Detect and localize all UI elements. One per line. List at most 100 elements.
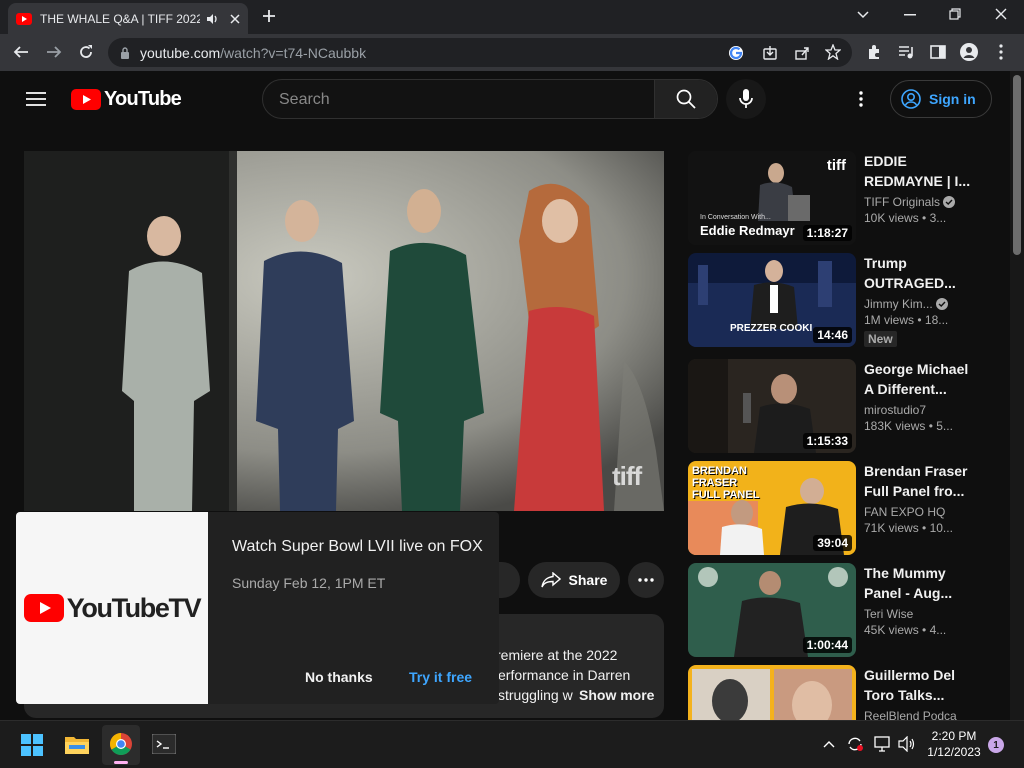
video-title-line-2[interactable]: Toro Talks...	[864, 685, 974, 705]
video-frame	[24, 151, 664, 511]
share-icon	[540, 572, 561, 588]
media-controls-icon[interactable]	[898, 44, 914, 60]
more-actions-button[interactable]	[628, 562, 664, 598]
show-more-link[interactable]: Show more	[579, 687, 654, 703]
minimize-icon[interactable]	[904, 14, 916, 16]
recommendation-card[interactable]: Guillermo Del Toro Talks... ReelBlend Po…	[688, 665, 978, 720]
video-title-line-2[interactable]: Full Panel fro...	[864, 481, 974, 501]
video-title-line-1[interactable]: Brendan Fraser	[864, 461, 974, 481]
back-icon[interactable]	[13, 44, 29, 60]
youtube-tv-logo-icon	[23, 594, 64, 622]
video-title-line-1[interactable]: EDDIE	[864, 151, 974, 171]
recommendation-card[interactable]: 1:15:33 George Michael A Different... mi…	[688, 359, 978, 455]
video-thumbnail[interactable]: PREZZER COOKI 14:46	[688, 253, 856, 347]
address-bar[interactable]: youtube.com/watch?v=t74-NCaubbk	[108, 38, 852, 67]
channel-name[interactable]: Teri Wise	[864, 607, 974, 621]
volume-icon[interactable]	[898, 736, 916, 752]
video-title-line-2[interactable]: OUTRAGED...	[864, 273, 974, 293]
settings-menu-icon[interactable]	[859, 91, 863, 107]
sign-in-label: Sign in	[929, 91, 976, 107]
url-text[interactable]: youtube.com/watch?v=t74-NCaubbk	[140, 45, 366, 61]
youtube-tv-logo: YouTubeTV	[16, 512, 208, 704]
thumb-caption: PREZZER COOKI	[730, 323, 813, 334]
side-panel-icon[interactable]	[930, 44, 946, 60]
show-hidden-icons-chevron[interactable]	[823, 740, 835, 748]
verified-icon	[943, 196, 956, 208]
sync-status-icon[interactable]	[846, 736, 864, 752]
audio-playing-icon[interactable]	[206, 13, 220, 25]
terminal-icon[interactable]	[152, 734, 176, 754]
file-explorer-icon[interactable]	[65, 734, 89, 754]
hamburger-menu-icon[interactable]	[26, 91, 46, 107]
scrollbar-thumb[interactable]	[1013, 75, 1021, 255]
video-info: Brendan Fraser Full Panel fro... FAN EXP…	[864, 461, 974, 535]
forward-icon[interactable]	[46, 44, 62, 60]
voice-search-button[interactable]	[726, 79, 766, 119]
tab-search-icon[interactable]	[857, 11, 869, 19]
share-button[interactable]: Share	[528, 562, 620, 598]
thumb-caption: Eddie Redmayr	[700, 223, 795, 238]
channel-name[interactable]: ReelBlend Podca	[864, 709, 974, 720]
install-app-icon[interactable]	[762, 45, 778, 61]
close-tab-icon[interactable]	[230, 13, 240, 24]
channel-name[interactable]: FAN EXPO HQ	[864, 505, 974, 519]
windows-start-icon[interactable]	[21, 734, 43, 756]
view-count: 183K views • 5...	[864, 419, 974, 433]
network-icon[interactable]	[873, 736, 891, 752]
channel-name[interactable]: TIFF Originals	[864, 195, 974, 209]
share-page-icon[interactable]	[794, 45, 810, 61]
video-title-line-2[interactable]: REDMAYNE | I...	[864, 171, 974, 191]
clock-date: 1/12/2023	[927, 745, 981, 759]
search-button[interactable]	[654, 80, 717, 118]
page-scrollbar[interactable]	[1010, 71, 1024, 720]
new-tab-icon[interactable]	[262, 9, 276, 23]
video-info: The Mummy Panel - Aug... Teri Wise 45K v…	[864, 563, 974, 637]
view-count: 71K views • 10...	[864, 521, 974, 535]
channel-name[interactable]: mirostudio7	[864, 403, 974, 417]
description-line-3: struggling w	[498, 687, 573, 703]
video-title-line-1[interactable]: The Mummy	[864, 563, 974, 583]
video-info: George Michael A Different... mirostudio…	[864, 359, 974, 433]
notification-count: 1	[993, 739, 999, 751]
recommendation-card[interactable]: BRENDAN FRASER FULL PANEL 39:04 Brendan …	[688, 461, 978, 557]
search-box[interactable]: Search	[262, 79, 718, 119]
video-title-line-2[interactable]: A Different...	[864, 379, 974, 399]
account-icon	[901, 89, 921, 109]
video-title-line-1[interactable]: George Michael	[864, 359, 974, 379]
video-player[interactable]: tiff	[24, 151, 664, 511]
recommendation-card[interactable]: tiff In Conversation With... Eddie Redma…	[688, 151, 978, 247]
video-title-line-1[interactable]: Guillermo Del	[864, 665, 974, 685]
notification-badge[interactable]: 1	[988, 737, 1004, 753]
channel-name[interactable]: Jimmy Kim...	[864, 297, 974, 311]
close-window-icon[interactable]	[995, 8, 1007, 20]
recommendation-card[interactable]: PREZZER COOKI 14:46 Trump OUTRAGED... Ji…	[688, 253, 978, 349]
no-thanks-button[interactable]: No thanks	[305, 669, 373, 685]
new-badge: New	[864, 331, 897, 347]
extensions-icon[interactable]	[866, 44, 882, 60]
reload-icon[interactable]	[78, 44, 94, 60]
system-clock[interactable]: 2:20 PM 1/12/2023	[924, 729, 984, 759]
chrome-taskbar-button[interactable]	[102, 725, 140, 765]
browser-tab[interactable]: THE WHALE Q&A | TIFF 2022	[8, 3, 248, 34]
video-thumbnail[interactable]: 1:15:33	[688, 359, 856, 453]
google-icon[interactable]	[728, 45, 744, 61]
recommendation-card[interactable]: 1:00:44 The Mummy Panel - Aug... Teri Wi…	[688, 563, 978, 659]
video-thumbnail[interactable]: tiff In Conversation With... Eddie Redma…	[688, 151, 856, 245]
video-info: Trump OUTRAGED... Jimmy Kim... 1M views …	[864, 253, 974, 348]
sign-in-button[interactable]: Sign in	[890, 80, 992, 118]
restore-icon[interactable]	[949, 8, 961, 20]
profile-icon[interactable]	[960, 43, 978, 61]
channel-label: Jimmy Kim...	[864, 297, 933, 311]
video-thumbnail[interactable]: 1:00:44	[688, 563, 856, 657]
search-input[interactable]: Search	[279, 91, 330, 109]
youtube-logo[interactable]: YouTube	[71, 88, 182, 111]
video-thumbnail[interactable]: BRENDAN FRASER FULL PANEL 39:04	[688, 461, 856, 555]
view-count: 10K views • 3...	[864, 211, 974, 225]
browser-menu-icon[interactable]	[999, 44, 1003, 60]
bookmark-star-icon[interactable]	[825, 44, 841, 60]
video-title-line-2[interactable]: Panel - Aug...	[864, 583, 974, 603]
try-it-free-button[interactable]: Try it free	[409, 669, 472, 685]
video-thumbnail[interactable]	[688, 665, 856, 720]
lock-icon[interactable]	[120, 46, 130, 59]
video-title-line-1[interactable]: Trump	[864, 253, 974, 273]
